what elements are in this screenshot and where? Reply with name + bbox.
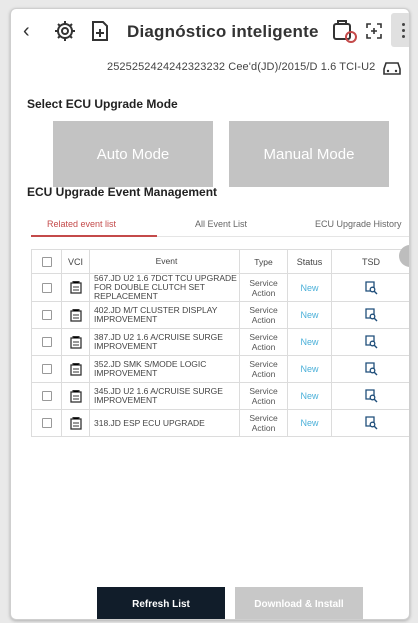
type-cell: Service Action <box>239 301 288 329</box>
tab-all-event-list[interactable]: All Event List <box>195 219 247 229</box>
refresh-list-button[interactable]: Refresh List <box>97 587 225 619</box>
download-install-button[interactable]: Download & Install <box>235 587 363 619</box>
mode-section-title: Select ECU Upgrade Mode <box>27 97 178 111</box>
event-cell: 387.JD U2 1.6 A/CRUISE SURGE IMPROVEMENT <box>89 328 240 356</box>
vci-icon <box>69 280 82 294</box>
vci-cell <box>61 301 90 329</box>
tsd-icon[interactable] <box>364 362 378 376</box>
tsd-cell <box>331 301 409 329</box>
event-cell: 345.JD U2 1.6 A/CRUISE SURGE IMPROVEMENT <box>89 382 240 410</box>
status-cell: New <box>287 382 332 410</box>
type-cell: Service Action <box>239 409 288 437</box>
vci-cell <box>61 409 90 437</box>
row-checkbox[interactable] <box>41 310 52 321</box>
status-cell: New <box>287 301 332 329</box>
event-cell: 402.JD M/T CLUSTER DISPLAY IMPROVEMENT <box>89 301 240 329</box>
tsd-icon[interactable] <box>364 308 378 322</box>
column-header-type: Type <box>239 249 288 274</box>
status-cell: New <box>287 273 332 302</box>
event-section-title: ECU Upgrade Event Management <box>27 185 218 199</box>
column-header-vci: VCI <box>61 249 90 274</box>
row-check-cell <box>31 301 62 329</box>
type-cell: Service Action <box>239 355 288 383</box>
row-checkbox[interactable] <box>41 391 52 402</box>
row-check-cell <box>31 409 62 437</box>
tsd-cell <box>331 409 409 437</box>
add-file-icon[interactable] <box>89 19 111 43</box>
row-checkbox[interactable] <box>41 282 52 293</box>
row-checkbox[interactable] <box>41 337 52 348</box>
row-checkbox[interactable] <box>41 364 52 375</box>
vehicle-icon[interactable] <box>331 19 357 43</box>
status-cell: New <box>287 409 332 437</box>
vci-icon <box>69 308 82 322</box>
table-header-row: VCI Event Type Status TSD <box>31 249 409 274</box>
event-cell: 567.JD U2 1.6 7DCT TCU UPGRADE FOR DOUBL… <box>89 273 240 302</box>
table-row[interactable]: 345.JD U2 1.6 A/CRUISE SURGE IMPROVEMENT… <box>31 382 409 410</box>
tsd-icon[interactable] <box>364 280 378 295</box>
app-window: ‹ Diagnóstico inteligente 25252524242423… <box>10 8 410 620</box>
car-icon[interactable] <box>381 57 403 77</box>
select-all-cell <box>31 249 62 274</box>
type-cell: Service Action <box>239 328 288 356</box>
tsd-icon[interactable] <box>364 335 378 349</box>
event-table: VCI Event Type Status TSD 567.JD U2 1.6 … <box>31 249 409 437</box>
top-bar: ‹ Diagnóstico inteligente <box>11 9 409 53</box>
tab-ecu-upgrade-history[interactable]: ECU Upgrade History <box>315 219 402 229</box>
status-cell: New <box>287 355 332 383</box>
vci-cell <box>61 328 90 356</box>
table-row[interactable]: 318.JD ESP ECU UPGRADE Service Action Ne… <box>31 409 409 437</box>
table-row[interactable]: 387.JD U2 1.6 A/CRUISE SURGE IMPROVEMENT… <box>31 328 409 356</box>
vci-icon <box>69 335 82 349</box>
vci-icon <box>69 389 82 403</box>
type-cell: Service Action <box>239 273 288 302</box>
column-header-event: Event <box>89 249 240 274</box>
page-title: Diagnóstico inteligente <box>127 22 319 41</box>
active-tab-indicator <box>31 235 157 237</box>
row-check-cell <box>31 355 62 383</box>
row-checkbox[interactable] <box>41 418 52 429</box>
column-header-status: Status <box>287 249 332 274</box>
back-icon[interactable]: ‹ <box>23 21 30 41</box>
tsd-cell <box>331 328 409 356</box>
tsd-cell <box>331 382 409 410</box>
vci-cell <box>61 355 90 383</box>
auto-mode-button[interactable]: Auto Mode <box>53 121 213 187</box>
tsd-icon[interactable] <box>364 416 378 430</box>
table-row[interactable]: 567.JD U2 1.6 7DCT TCU UPGRADE FOR DOUBL… <box>31 273 409 302</box>
vci-icon <box>69 416 82 430</box>
tsd-cell <box>331 273 409 302</box>
vci-cell <box>61 382 90 410</box>
manual-mode-button[interactable]: Manual Mode <box>229 121 389 187</box>
table-row[interactable]: 352.JD SMK S/MODE LOGIC IMPROVEMENT Serv… <box>31 355 409 383</box>
event-cell: 352.JD SMK S/MODE LOGIC IMPROVEMENT <box>89 355 240 383</box>
row-check-cell <box>31 273 62 302</box>
vci-cell <box>61 273 90 302</box>
table-row[interactable]: 402.JD M/T CLUSTER DISPLAY IMPROVEMENT S… <box>31 301 409 329</box>
row-check-cell <box>31 328 62 356</box>
tsd-icon[interactable] <box>364 389 378 403</box>
type-cell: Service Action <box>239 382 288 410</box>
vci-icon <box>69 362 82 376</box>
gear-icon[interactable] <box>53 19 77 43</box>
menu-icon[interactable] <box>391 13 409 47</box>
status-cell: New <box>287 328 332 356</box>
vehicle-info: 2525252424242323232 Cee'd(JD)/2015/D 1.6… <box>107 61 376 73</box>
expand-icon[interactable] <box>365 22 383 40</box>
row-check-cell <box>31 382 62 410</box>
tsd-cell <box>331 355 409 383</box>
tab-related-event-list[interactable]: Related event list <box>47 219 116 229</box>
select-all-checkbox[interactable] <box>41 256 52 267</box>
event-cell: 318.JD ESP ECU UPGRADE <box>89 409 240 437</box>
